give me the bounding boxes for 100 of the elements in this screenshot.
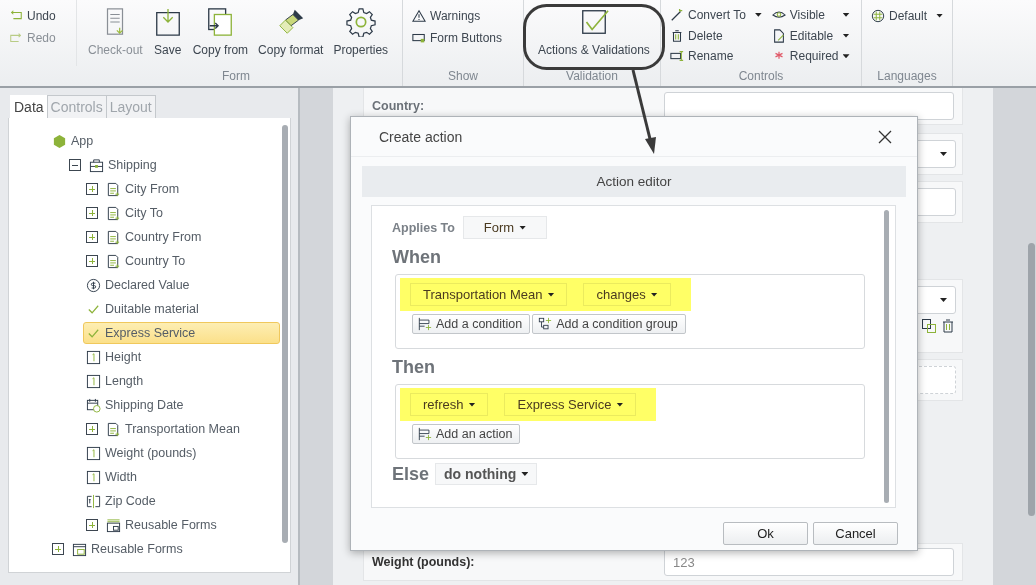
list-field-icon: [106, 205, 121, 221]
ribbon-button[interactable]: Copy format: [255, 5, 327, 59]
add-group-icon: [538, 317, 553, 331]
ok-button[interactable]: Ok: [723, 522, 808, 545]
expand-icon[interactable]: [86, 183, 98, 195]
tree-item[interactable]: App: [49, 130, 280, 152]
ribbon-button[interactable]: Rename: [667, 46, 765, 66]
dropdown[interactable]: Form: [462, 216, 547, 239]
ribbon-button[interactable]: Editable: [768, 25, 853, 46]
tree-item[interactable]: Duitable material: [83, 298, 280, 320]
form-list-icon: [106, 517, 121, 533]
scrollbar-thumb[interactable]: [282, 125, 288, 543]
panel-tab[interactable]: Data: [10, 95, 48, 118]
dropdown[interactable]: refresh: [410, 393, 489, 416]
caret-icon: [754, 12, 762, 17]
globe-icon: [871, 8, 885, 23]
field-label: Applies To: [392, 220, 455, 235]
page-edit-icon: [771, 28, 786, 43]
caret-icon: [842, 54, 850, 59]
group-label: Show: [447, 68, 479, 85]
collapse-icon[interactable]: [69, 159, 81, 171]
tree-item[interactable]: Country From: [83, 226, 280, 248]
list-field-icon: [106, 421, 121, 437]
group-label: Languages: [876, 68, 938, 85]
dollar-icon: [86, 277, 101, 293]
number-field-icon: [86, 349, 101, 365]
number-field-icon: [86, 445, 101, 461]
add-button[interactable]: Add an action: [412, 424, 521, 444]
ribbon-button[interactable]: Copy from: [189, 5, 252, 59]
caret-icon: [842, 12, 850, 17]
ribbon-button[interactable]: Warnings: [409, 5, 506, 26]
expand-icon[interactable]: [86, 231, 98, 243]
group-label: Form: [221, 68, 251, 85]
group-label: Validation: [565, 68, 619, 85]
dialog-title: Create action: [379, 128, 463, 145]
list-field-icon: [106, 181, 121, 197]
ribbon-button[interactable]: Undo: [6, 5, 76, 26]
tree-item[interactable]: Declared Value: [83, 274, 280, 296]
tree-item[interactable]: Width: [83, 466, 280, 488]
group-label: Controls: [737, 68, 785, 85]
caret-icon: [936, 13, 944, 18]
number-field-icon: [86, 469, 101, 485]
trash-icon[interactable]: [940, 318, 956, 334]
ribbon-button[interactable]: Form Buttons: [409, 27, 506, 48]
add-row-icon: [418, 317, 432, 331]
expand-icon[interactable]: [52, 543, 64, 555]
tree-item[interactable]: Express Service: [83, 322, 280, 344]
expand-icon[interactable]: [86, 423, 98, 435]
section-heading: Then: [392, 357, 436, 378]
ribbon-button[interactable]: Required: [768, 46, 853, 66]
add-button[interactable]: Add a condition group: [532, 314, 686, 334]
scrollbar-thumb[interactable]: [1028, 243, 1035, 516]
tree-item[interactable]: Height: [83, 346, 280, 368]
dropdown[interactable]: Transportation Mean: [410, 283, 568, 306]
tree-item[interactable]: Shipping: [66, 154, 280, 176]
ribbon-button[interactable]: Convert To: [667, 5, 765, 25]
section-heading: Else: [392, 463, 430, 485]
warning-icon: [412, 8, 426, 23]
caret-icon: [842, 33, 850, 38]
briefcase-icon: [89, 157, 104, 173]
settings-icon: [345, 7, 376, 37]
dropdown[interactable]: do nothing: [435, 463, 538, 485]
section-heading: When: [392, 247, 442, 268]
ribbon-button[interactable]: Properties: [330, 5, 392, 59]
scrollbar-thumb[interactable]: [884, 210, 889, 503]
copy-icon[interactable]: [921, 318, 937, 334]
ribbon-button[interactable]: Default: [868, 5, 947, 26]
expand-icon[interactable]: [86, 207, 98, 219]
tree-item[interactable]: City From: [83, 178, 280, 200]
expand-icon[interactable]: [86, 519, 98, 531]
calendar-clock-icon: [86, 397, 101, 413]
add-button[interactable]: Add a condition: [412, 314, 531, 334]
form-list-icon: [72, 541, 87, 557]
ribbon-button[interactable]: Save: [149, 5, 186, 59]
tree-item[interactable]: Transportation Mean: [83, 418, 280, 440]
dropdown[interactable]: changes: [583, 283, 671, 306]
wand-icon: [670, 7, 684, 22]
tree-item[interactable]: Shipping Date: [83, 394, 280, 416]
rename-icon: [670, 49, 684, 64]
trash-icon: [670, 28, 684, 43]
text-field-icon: [86, 493, 101, 509]
list-field-icon: [106, 253, 121, 269]
close-icon[interactable]: [877, 128, 893, 145]
tree-item[interactable]: Length: [83, 370, 280, 392]
dropdown[interactable]: Express Service: [504, 393, 637, 416]
section-header: Action editor: [362, 166, 906, 197]
tree-item[interactable]: Reusable Forms: [83, 514, 280, 536]
ribbon-button[interactable]: Visible: [768, 5, 853, 25]
tree-item[interactable]: Country To: [83, 250, 280, 272]
hexagon-icon: [52, 133, 67, 149]
tree-item[interactable]: Weight (pounds): [83, 442, 280, 464]
expand-icon[interactable]: [86, 255, 98, 267]
tree-item[interactable]: City To: [83, 202, 280, 224]
ribbon-button[interactable]: Delete: [667, 25, 765, 46]
number-field-icon: [86, 373, 101, 389]
list-field-icon: [106, 229, 121, 245]
field-label: Weight (pounds):: [372, 555, 476, 569]
cancel-button[interactable]: Cancel: [813, 522, 898, 545]
tree-item[interactable]: Zip Code: [83, 490, 280, 512]
tree-item[interactable]: Reusable Forms: [49, 538, 280, 560]
